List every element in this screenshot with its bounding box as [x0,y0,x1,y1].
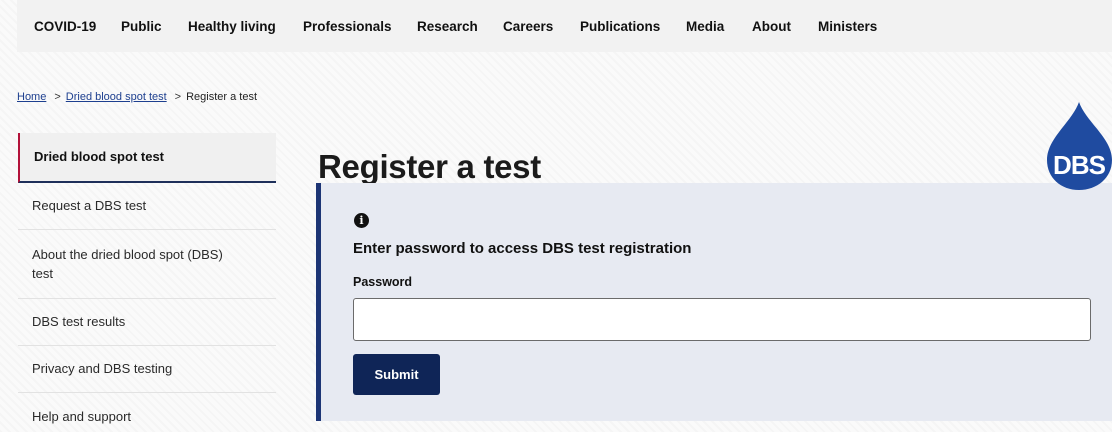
nav-careers[interactable]: Careers [503,19,553,34]
breadcrumb-dried-blood-spot-test[interactable]: Dried blood spot test [66,91,167,103]
dbs-logo: DBS [1047,102,1112,190]
breadcrumb-current: Register a test [186,91,258,103]
nav-covid-19[interactable]: COVID-19 [34,19,96,34]
nav-public[interactable]: Public [121,19,162,34]
breadcrumb-separator: > [174,91,182,103]
side-navigation: Dried blood spot test Request a DBS test… [18,133,276,432]
panel-heading: Enter password to access DBS test regist… [353,240,692,257]
sidebar-item-privacy-dbs-testing[interactable]: Privacy and DBS testing [18,346,276,393]
top-navigation: COVID-19 Public Healthy living Professio… [17,0,1112,52]
breadcrumb-home[interactable]: Home [17,91,46,103]
sidebar-item-dried-blood-spot-test[interactable]: Dried blood spot test [18,133,276,183]
sidebar-item-request-dbs-test[interactable]: Request a DBS test [18,183,276,230]
submit-button[interactable]: Submit [353,354,440,395]
nav-professionals[interactable]: Professionals [303,19,392,34]
password-panel: i Enter password to access DBS test regi… [316,183,1112,421]
nav-publications[interactable]: Publications [580,19,660,34]
password-label: Password [353,275,413,289]
nav-ministers[interactable]: Ministers [818,19,877,34]
sidebar-item-about-dbs-test[interactable]: About the dried blood spot (DBS) test [18,230,276,299]
nav-media[interactable]: Media [686,19,724,34]
nav-about[interactable]: About [752,19,791,34]
info-icon: i [354,213,369,228]
password-input[interactable] [353,298,1091,341]
sidebar-item-dbs-test-results[interactable]: DBS test results [18,299,276,346]
logo-text: DBS [1053,150,1106,180]
nav-healthy-living[interactable]: Healthy living [188,19,276,34]
nav-research[interactable]: Research [417,19,478,34]
sidebar-item-help-support[interactable]: Help and support [18,393,276,432]
breadcrumb: Home > Dried blood spot test > Register … [17,91,257,103]
page-title: Register a test [318,148,541,185]
breadcrumb-separator: > [54,91,61,103]
